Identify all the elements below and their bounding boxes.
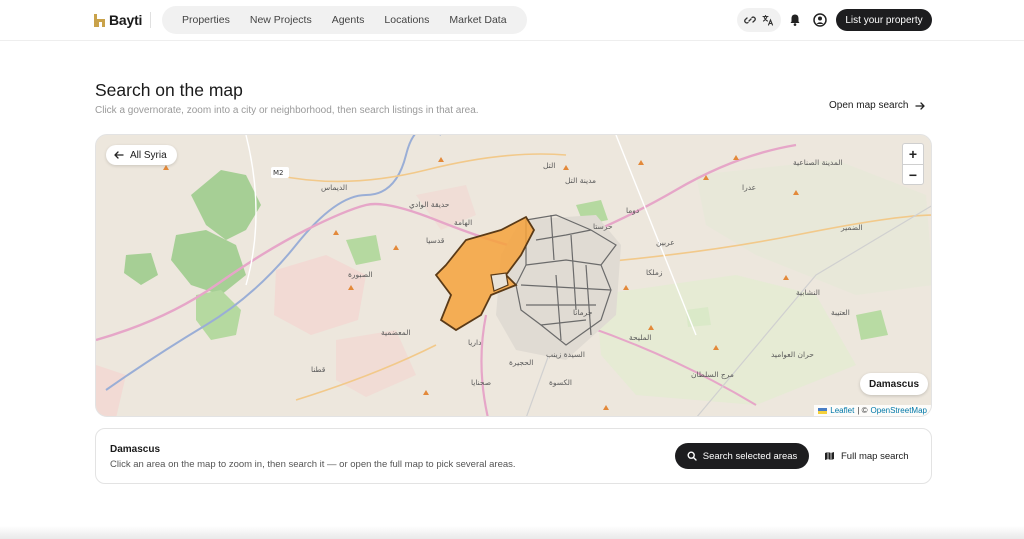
- header-divider: [150, 12, 151, 28]
- svg-text:التل: التل: [543, 161, 555, 170]
- svg-text:العتيبة: العتيبة: [831, 308, 850, 317]
- nav-item-agents[interactable]: Agents: [322, 14, 375, 26]
- full-map-search-label: Full map search: [841, 450, 909, 462]
- svg-text:الهامة: الهامة: [454, 218, 472, 227]
- map-attribution: Leaflet | © OpenStreetMap: [814, 405, 931, 416]
- nav-item-locations[interactable]: Locations: [374, 14, 439, 26]
- open-map-search-link[interactable]: Open map search: [829, 100, 925, 111]
- translate-icon[interactable]: [760, 12, 776, 28]
- nav-item-market-data[interactable]: Market Data: [439, 14, 516, 26]
- selection-title: Damascus: [110, 444, 161, 455]
- list-property-button[interactable]: List your property: [836, 9, 932, 31]
- zoom-out-button[interactable]: −: [903, 164, 923, 184]
- zoom-control: + −: [902, 143, 924, 185]
- svg-text:عدرا: عدرا: [742, 183, 756, 192]
- svg-text:المدينة الصناعية: المدينة الصناعية: [793, 158, 843, 167]
- nav-item-new-projects[interactable]: New Projects: [240, 14, 322, 26]
- svg-text:الحجيرة: الحجيرة: [509, 358, 533, 367]
- svg-text:الديماس: الديماس: [321, 183, 347, 192]
- page-subtitle: Click a governorate, zoom into a city or…: [95, 105, 479, 116]
- open-map-search-label: Open map search: [829, 100, 909, 111]
- top-navigation-bar: Bayti Properties New Projects Agents Loc…: [0, 0, 1024, 41]
- svg-text:حرستا: حرستا: [593, 222, 613, 231]
- svg-text:السيدة زينب: السيدة زينب: [546, 350, 585, 359]
- svg-text:مدينة التل: مدينة التل: [565, 176, 596, 185]
- link-icon[interactable]: [742, 12, 758, 28]
- nav-item-properties[interactable]: Properties: [172, 14, 240, 26]
- back-chip-label: All Syria: [130, 149, 167, 161]
- selected-area-label: Damascus: [860, 373, 929, 395]
- ukraine-flag-icon: [818, 407, 828, 414]
- selection-subtitle: Click an area on the map to zoom in, the…: [110, 459, 516, 470]
- svg-text:الضمير: الضمير: [840, 223, 863, 232]
- svg-text:جرمانا: جرمانا: [573, 308, 593, 317]
- svg-text:الصبورة: الصبورة: [348, 270, 373, 279]
- main-nav: Properties New Projects Agents Locations…: [162, 6, 527, 34]
- svg-text:عربين: عربين: [656, 238, 675, 247]
- full-map-search-button[interactable]: Full map search: [820, 443, 913, 469]
- search-selected-areas-button[interactable]: Search selected areas: [675, 443, 809, 469]
- svg-text:حران العواميد: حران العواميد: [771, 350, 814, 359]
- map-icon: [825, 452, 834, 460]
- page-bottom-edge: [0, 526, 1024, 539]
- back-to-all-syria-button[interactable]: All Syria: [106, 145, 177, 165]
- selection-panel: Damascus Click an area on the map to zoo…: [95, 428, 932, 484]
- svg-text:صحنايا: صحنايا: [471, 378, 491, 387]
- utility-pill: [737, 8, 781, 32]
- logo-mark-icon: [94, 14, 105, 27]
- logo-text: Bayti: [109, 12, 143, 28]
- svg-text:قطنا: قطنا: [311, 365, 326, 374]
- map-canvas[interactable]: M2 الديماس الصبورة حديقة الوادي الهامة ق…: [95, 134, 932, 417]
- arrow-right-icon: [914, 101, 925, 110]
- svg-text:مرج السلطان: مرج السلطان: [691, 370, 734, 379]
- openstreetmap-link[interactable]: OpenStreetMap: [871, 406, 927, 415]
- logo[interactable]: Bayti: [94, 10, 142, 30]
- svg-text:المليحة: المليحة: [629, 333, 651, 342]
- svg-text:M2: M2: [273, 169, 284, 177]
- svg-text:دوما: دوما: [626, 206, 639, 215]
- svg-text:قدسيا: قدسيا: [426, 236, 445, 245]
- zoom-in-button[interactable]: +: [903, 144, 923, 164]
- svg-text:النشابية: النشابية: [796, 288, 820, 297]
- svg-text:الكسوة: الكسوة: [549, 378, 572, 387]
- leaflet-link[interactable]: Leaflet: [830, 406, 854, 415]
- search-icon: [687, 451, 697, 461]
- svg-text:المعضمية: المعضمية: [381, 328, 410, 337]
- svg-text:داريا: داريا: [468, 338, 481, 347]
- arrow-left-icon: [114, 151, 124, 159]
- map-tiles: M2 الديماس الصبورة حديقة الوادي الهامة ق…: [96, 135, 931, 416]
- attribution-separator: | ©: [857, 406, 868, 415]
- user-icon[interactable]: [812, 12, 828, 28]
- bell-icon[interactable]: [787, 12, 803, 28]
- svg-text:حديقة الوادي: حديقة الوادي: [409, 200, 450, 209]
- svg-text:زملكا: زملكا: [646, 268, 663, 277]
- page-title: Search on the map: [95, 80, 243, 100]
- search-selected-areas-label: Search selected areas: [702, 450, 798, 462]
